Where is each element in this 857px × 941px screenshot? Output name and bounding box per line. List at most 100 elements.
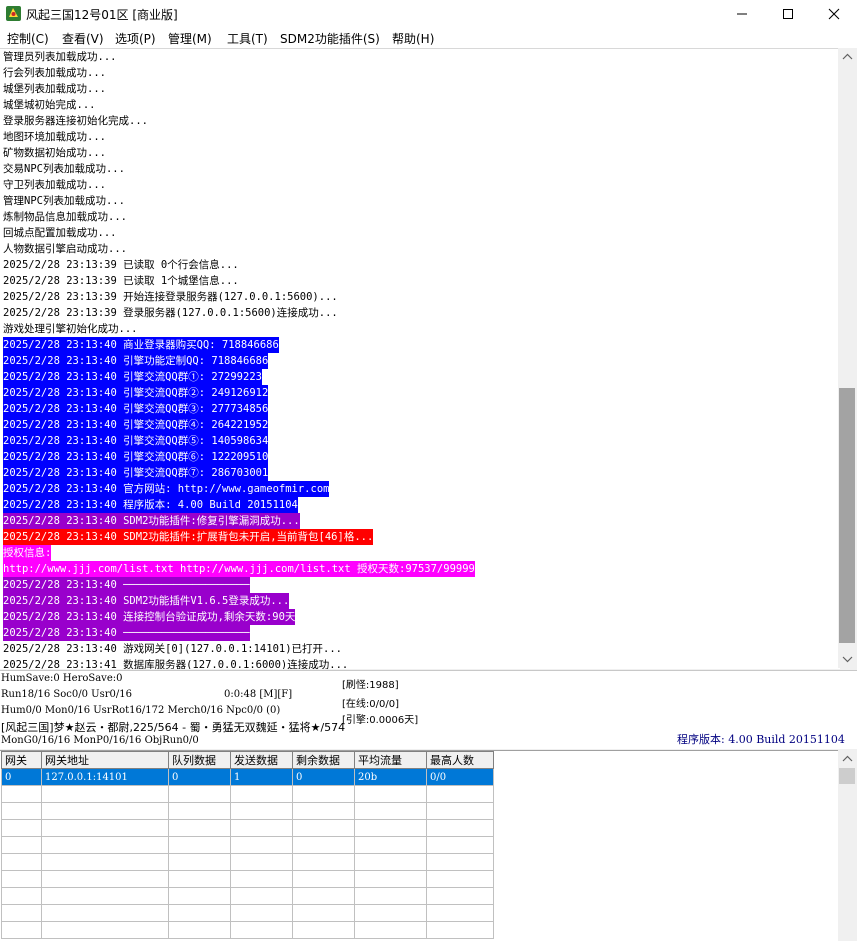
table-row-empty[interactable]: [1, 819, 494, 837]
table-row-empty[interactable]: [1, 802, 494, 820]
table-cell: [230, 802, 293, 820]
table-row-empty[interactable]: [1, 785, 494, 803]
scroll-up-button[interactable]: [838, 48, 857, 65]
menu-bar: 控制(C) 查看(V) 选项(P) 管理(M) 工具(T) SDM2功能插件(S…: [0, 28, 857, 48]
table-cell: [168, 785, 231, 803]
table-cell: [292, 904, 355, 922]
log-line-text: 交易NPC列表加载成功...: [3, 163, 125, 175]
log-line: 管理NPC列表加载成功...: [0, 193, 475, 209]
minimize-button[interactable]: [719, 0, 765, 28]
column-header[interactable]: 网关地址: [41, 751, 169, 769]
menu-options[interactable]: 选项(P): [115, 30, 156, 47]
table-row-empty[interactable]: [1, 853, 494, 871]
column-header[interactable]: 剩余数据: [292, 751, 355, 769]
table-cell: [354, 904, 427, 922]
log-line: 2025/2/28 23:13:40 引擎交流QQ群⑥: 122209510: [0, 449, 475, 465]
mon-status: MonG0/16/16 MonP0/16/16 ObjRun0/0: [1, 735, 199, 746]
log-scrollbar[interactable]: [838, 48, 857, 668]
gateway-grid[interactable]: 网关 网关地址 队列数据 发送数据 剩余数据 平均流量 最高人数 0 127.0.0.1:14…: [0, 750, 838, 941]
log-line: 2025/2/28 23:13:41 数据库服务器(127.0.0.1:6000…: [0, 657, 475, 669]
table-cell: [354, 802, 427, 820]
table-cell: [354, 836, 427, 854]
table-row-empty[interactable]: [1, 870, 494, 888]
table-cell: 1: [230, 768, 293, 786]
table-cell: [230, 785, 293, 803]
log-line-text: 行会列表加载成功...: [3, 67, 106, 79]
table-cell: [426, 921, 494, 939]
close-button[interactable]: [811, 0, 857, 28]
table-cell: [168, 802, 231, 820]
refresh-count: [刷怪:1988]: [342, 680, 399, 691]
column-header[interactable]: 最高人数: [426, 751, 494, 769]
table-header-row: 网关 网关地址 队列数据 发送数据 剩余数据 平均流量 最高人数: [1, 751, 494, 769]
table-row-empty[interactable]: [1, 836, 494, 854]
table-cell: [354, 853, 427, 871]
column-header[interactable]: 平均流量: [354, 751, 427, 769]
chevron-down-icon: [842, 656, 853, 663]
grid-scroll-up-button[interactable]: [838, 750, 857, 767]
menu-help[interactable]: 帮助(H): [392, 30, 434, 47]
gateway-table: 网关 网关地址 队列数据 发送数据 剩余数据 平均流量 最高人数 0 127.0.0.1:14…: [1, 751, 494, 939]
log-line: 城堡列表加载成功...: [0, 81, 475, 97]
table-cell: [292, 819, 355, 837]
table-row[interactable]: 0 127.0.0.1:14101 0 1 0 20b 0/0: [1, 768, 494, 786]
log-line: 2025/2/28 23:13:40 引擎交流QQ群⑦: 286703001: [0, 465, 475, 481]
log-line: 2025/2/28 23:13:40 引擎功能定制QQ: 718846686: [0, 353, 475, 369]
log-line-text: 2025/2/28 23:13:40 ────────────────────: [3, 577, 250, 593]
window-title: 风起三国12号01区 [商业版]: [26, 8, 178, 22]
log-line: 2025/2/28 23:13:40 程序版本: 4.00 Build 2015…: [0, 497, 475, 513]
table-cell: [1, 785, 42, 803]
log-line: 2025/2/28 23:13:39 开始连接登录服务器(127.0.0.1:5…: [0, 289, 475, 305]
grid-scrollbar[interactable]: [838, 750, 857, 940]
table-cell: [168, 921, 231, 939]
table-cell: [230, 904, 293, 922]
log-line: 2025/2/28 23:13:40 引擎交流QQ群⑤: 140598634: [0, 433, 475, 449]
table-row-empty[interactable]: [1, 921, 494, 939]
scroll-down-button[interactable]: [838, 651, 857, 668]
log-line-text: 2025/2/28 23:13:40 引擎交流QQ群②: 249126912: [3, 385, 269, 401]
log-line-text: 炼制物品信息加载成功...: [3, 211, 127, 223]
log-line-text: 2025/2/28 23:13:40 商业登录器购买QQ: 718846686: [3, 337, 279, 353]
menu-sdm2-plugin[interactable]: SDM2功能插件(S): [280, 30, 380, 47]
log-line: 2025/2/28 23:13:40 SDM2功能插件:修复引擎漏洞成功...: [0, 513, 475, 529]
menu-tools[interactable]: 工具(T): [227, 30, 268, 47]
table-cell: 127.0.0.1:14101: [41, 768, 169, 786]
log-panel[interactable]: 管理员列表加载成功... 行会列表加载成功... 城堡列表加载成功... 城堡城初始完…: [0, 48, 840, 669]
table-cell: [426, 887, 494, 905]
log-line-text: 2025/2/28 23:13:40 SDM2功能插件:扩展背包未开启,当前背包…: [3, 529, 374, 545]
grid-scroll-thumb[interactable]: [839, 768, 855, 784]
log-line-text: 人物数据引擎启动成功...: [3, 243, 127, 255]
scroll-thumb[interactable]: [839, 388, 855, 643]
log-line-text: 地图环境加载成功...: [3, 131, 106, 143]
log-line: 2025/2/28 23:13:40 引擎交流QQ群④: 264221952: [0, 417, 475, 433]
table-cell: [426, 785, 494, 803]
table-cell: [354, 819, 427, 837]
log-line: 城堡城初始完成...: [0, 97, 475, 113]
menu-view[interactable]: 查看(V): [62, 30, 104, 47]
log-line-text: 管理员列表加载成功...: [3, 51, 117, 63]
log-line-text: 2025/2/28 23:13:39 已读取 0个行会信息...: [3, 259, 239, 271]
table-row-empty[interactable]: [1, 904, 494, 922]
log-line-text: 2025/2/28 23:13:40 引擎功能定制QQ: 718846686: [3, 353, 269, 369]
table-cell: 0: [292, 768, 355, 786]
table-row-empty[interactable]: [1, 887, 494, 905]
log-line: 守卫列表加载成功...: [0, 177, 475, 193]
table-cell: [230, 819, 293, 837]
table-cell: [354, 921, 427, 939]
table-cell: [41, 836, 169, 854]
log-line: 2025/2/28 23:13:40 ────────────────────: [0, 625, 475, 641]
title-bar: 风起三国12号01区 [商业版]: [0, 0, 857, 28]
log-line-text: 2025/2/28 23:13:40 ────────────────────: [3, 625, 250, 641]
menu-manage[interactable]: 管理(M): [168, 30, 212, 47]
menu-control[interactable]: 控制(C): [7, 30, 49, 47]
log-line: 2025/2/28 23:13:40 SDM2功能插件:扩展背包未开启,当前背包…: [0, 529, 475, 545]
column-header[interactable]: 队列数据: [168, 751, 231, 769]
log-line: 炼制物品信息加载成功...: [0, 209, 475, 225]
table-cell: [292, 870, 355, 888]
column-header[interactable]: 发送数据: [230, 751, 293, 769]
log-line-text: 城堡城初始完成...: [3, 99, 96, 111]
maximize-button[interactable]: [765, 0, 811, 28]
column-header[interactable]: 网关: [1, 751, 42, 769]
table-cell: [1, 853, 42, 871]
table-cell: [41, 921, 169, 939]
